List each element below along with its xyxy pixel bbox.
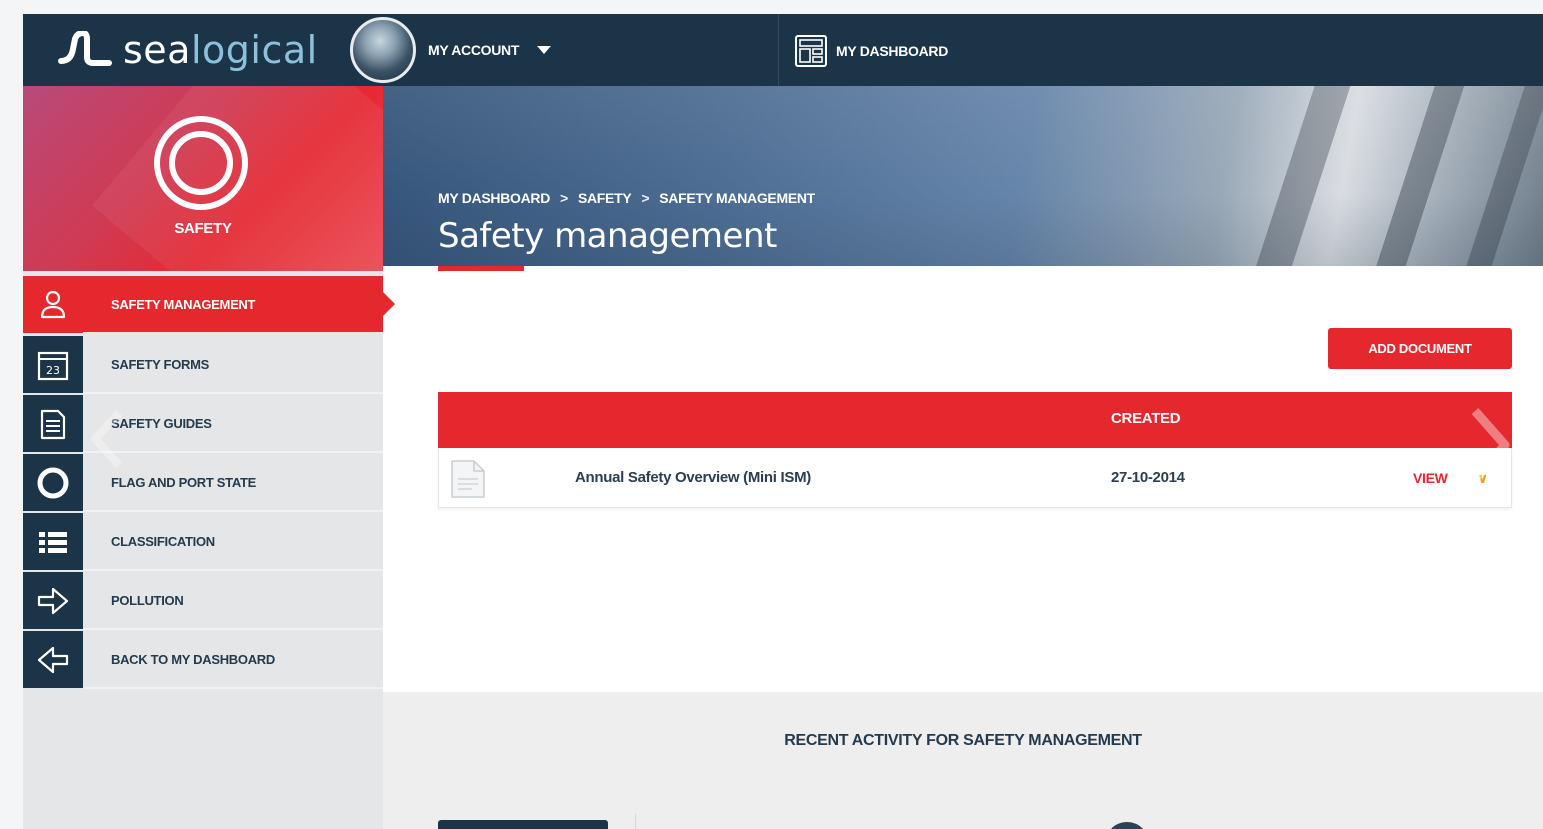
app-frame: sealogical MY ACCOUNT MY DASHBOARD SAFET…	[23, 14, 1543, 829]
sidebar-item-safety-management[interactable]: SAFETY MANAGEMENT	[23, 275, 395, 333]
person-icon	[40, 290, 66, 319]
avatar[interactable]	[350, 17, 416, 83]
breadcrumb-safety[interactable]: SAFETY	[578, 190, 632, 206]
logo[interactable]: sealogical	[57, 26, 318, 74]
sidebar-item-label: SAFETY MANAGEMENT	[111, 296, 256, 312]
sidebar-item-label: FLAG AND PORT STATE	[111, 475, 256, 490]
my-dashboard-label[interactable]: MY DASHBOARD	[836, 43, 948, 59]
activity-avatar	[1105, 822, 1149, 829]
page-banner: MY DASHBOARD > SAFETY > SAFETY MANAGEMEN…	[383, 86, 1543, 266]
nav-icon-box	[23, 454, 83, 511]
activity-divider	[635, 814, 636, 829]
section-header: SAFETY	[23, 86, 383, 271]
table-header: CREATED	[438, 392, 1512, 448]
nav-icon-box	[23, 275, 83, 333]
sidebar-item-label: SAFETY GUIDES	[111, 416, 212, 431]
sidebar-item-pollution[interactable]: POLLUTION	[23, 571, 383, 630]
dashboard-icon	[795, 35, 827, 67]
title-underline	[438, 266, 524, 271]
activity-tab[interactable]	[438, 820, 608, 829]
section-title: SAFETY	[174, 220, 232, 237]
top-bar: sealogical MY ACCOUNT MY DASHBOARD	[23, 14, 1543, 86]
logo-mark-icon	[58, 31, 112, 66]
sidebar-item-label: POLLUTION	[111, 593, 184, 608]
file-icon	[451, 460, 485, 498]
nav-icon-box: 23	[23, 336, 83, 393]
account-menu[interactable]: MY ACCOUNT	[350, 17, 552, 83]
logo-wordmark: sealogical	[123, 28, 318, 72]
page-title: Safety management	[438, 216, 777, 256]
my-dashboard-link[interactable]: MY DASHBOARD	[794, 34, 948, 68]
breadcrumb: MY DASHBOARD > SAFETY > SAFETY MANAGEMEN…	[438, 190, 815, 206]
ring-icon	[37, 467, 69, 498]
sidebar: SAFETY SAFETY MANAGEMENT 23 SAFETY FORMS…	[23, 86, 395, 829]
arrow-left-icon	[37, 646, 69, 673]
sidebar-item-label: SAFETY FORMS	[111, 357, 210, 372]
nav-icon-box	[23, 395, 83, 452]
document-created-date: 27-10-2014	[1111, 469, 1185, 486]
sidebar-item-safety-guides[interactable]: SAFETY GUIDES	[23, 394, 383, 453]
sidebar-item-safety-forms[interactable]: 23 SAFETY FORMS	[23, 335, 383, 394]
recent-activity-section: RECENT ACTIVITY FOR SAFETY MANAGEMENT	[383, 692, 1543, 829]
chevron-down-icon[interactable]	[537, 46, 552, 54]
documents-table: CREATED Annual Safety Overview (Mini ISM…	[438, 392, 1512, 508]
calendar-icon: 23	[37, 351, 69, 380]
add-document-button[interactable]: ADD DOCUMENT	[1328, 328, 1512, 369]
top-divider	[778, 14, 779, 86]
svg-text:23: 23	[46, 364, 60, 377]
nav-icon-box	[23, 631, 83, 688]
breadcrumb-safety-management: SAFETY MANAGEMENT	[659, 190, 815, 206]
column-header-created[interactable]: CREATED	[1111, 410, 1181, 427]
carousel-next-icon[interactable]	[1467, 407, 1511, 483]
sidebar-item-classification[interactable]: CLASSIFICATION	[23, 512, 383, 571]
breadcrumb-separator: >	[641, 190, 650, 206]
recent-activity-title: RECENT ACTIVITY FOR SAFETY MANAGEMENT	[784, 732, 1142, 749]
sidebar-item-back-to-dashboard[interactable]: BACK TO MY DASHBOARD	[23, 630, 383, 689]
sidebar-item-flag-and-port-state[interactable]: FLAG AND PORT STATE	[23, 453, 383, 512]
nav-icon-box	[23, 572, 83, 629]
active-pointer	[383, 292, 395, 316]
view-link[interactable]: VIEW	[1413, 470, 1448, 486]
carousel-prev-icon[interactable]	[89, 409, 125, 469]
document-title[interactable]: Annual Safety Overview (Mini ISM)	[575, 469, 811, 486]
list-icon	[39, 531, 67, 553]
document-icon	[40, 409, 66, 439]
breadcrumb-my-dashboard[interactable]: MY DASHBOARD	[438, 190, 550, 206]
nav-icon-box	[23, 513, 83, 570]
table-row[interactable]: Annual Safety Overview (Mini ISM) 27-10-…	[438, 448, 1512, 508]
lifebuoy-icon	[154, 116, 248, 210]
sidebar-item-label: BACK TO MY DASHBOARD	[111, 652, 275, 667]
sidebar-nav: SAFETY MANAGEMENT 23 SAFETY FORMS SAFETY…	[23, 275, 395, 689]
breadcrumb-separator: >	[560, 190, 568, 206]
sidebar-item-label: CLASSIFICATION	[111, 534, 215, 549]
arrow-right-icon	[37, 587, 69, 614]
account-label[interactable]: MY ACCOUNT	[428, 42, 519, 58]
